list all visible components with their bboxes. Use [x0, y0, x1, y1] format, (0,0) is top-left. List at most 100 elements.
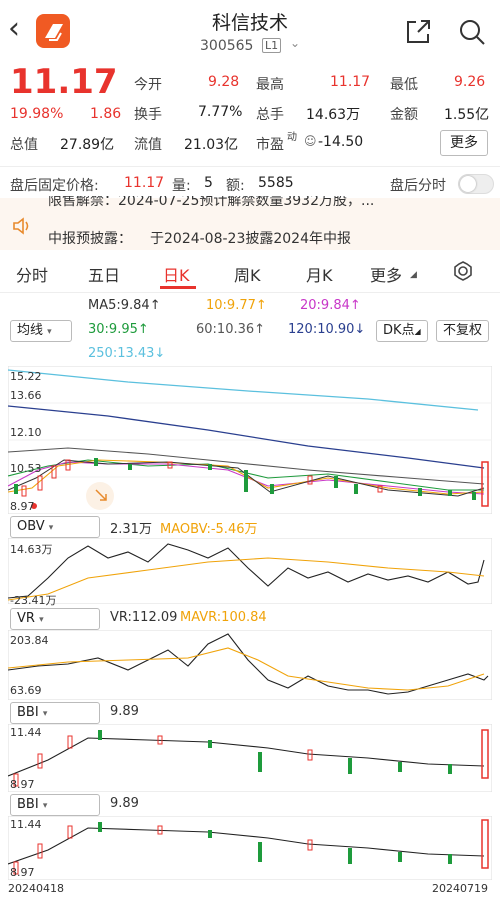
indicator-select[interactable]: 均线 ▾ [10, 320, 72, 342]
pe-label: 市盈 [256, 137, 284, 153]
obv-y-top: 14.63万 [10, 543, 53, 556]
notice-report-text[interactable]: 于2024-08-23披露2024年中报 [150, 228, 351, 248]
obv-y-bottom: -23.41万 [10, 594, 57, 607]
high-value: 11.17 [330, 74, 371, 90]
tab-more[interactable]: 更多 [370, 262, 402, 286]
vr-select[interactable]: VR ▾ [10, 608, 100, 630]
bbi-candles-2 [13, 819, 489, 875]
maobv-value: MAOBV:-5.46万 [160, 522, 258, 537]
ma10-value: 10:9.77 [206, 298, 256, 313]
volume-label: 总手 [256, 107, 284, 123]
gear-icon[interactable] [452, 260, 474, 282]
ma250-value: 250:13.43 [88, 346, 155, 361]
tab-five-day[interactable]: 五日 [88, 262, 120, 286]
ma30-legend: 30:9.95↑ [88, 322, 149, 337]
after-hours-price: 11.17 [124, 175, 165, 191]
turnover-value: 7.77% [198, 104, 243, 120]
amount-label: 金额 [390, 107, 418, 123]
bbi-select-1[interactable]: BBI ▾ [10, 702, 100, 724]
bbi2-y-bottom: 8.97 [10, 866, 35, 879]
maobv-line [8, 557, 485, 601]
no-adjust-button[interactable]: 不复权 [436, 320, 490, 342]
vr-select-label: VR [17, 611, 35, 626]
float-cap-value: 21.03亿 [184, 137, 239, 153]
ma5-arrow: ↑ [149, 298, 161, 313]
ma20-legend: 20:9.84↑ [300, 298, 361, 313]
indicator-select-label: 均线 [17, 323, 44, 338]
ma60-legend: 60:10.36↑ [196, 322, 265, 337]
kline-y-label-4: 10.53 [10, 462, 42, 475]
market-cap-label: 总值 [10, 137, 38, 153]
after-timeshare-label: 盘后分时 [390, 178, 446, 194]
caret-icon: ◢ [410, 270, 417, 280]
tab-daily-k[interactable]: 日K [163, 262, 190, 286]
volume-value: 14.63万 [306, 107, 361, 123]
ma10-arrow: ↑ [255, 298, 267, 313]
tab-timeshare[interactable]: 分时 [16, 262, 48, 286]
search-icon[interactable] [458, 18, 486, 46]
ma10-legend: 10:9.77↑ [206, 298, 267, 313]
bbi-select-2-label: BBI [17, 797, 39, 812]
obv-select-label: OBV [17, 519, 45, 534]
open-value: 9.28 [208, 74, 240, 90]
chevron-down-icon[interactable]: ⌄ [290, 36, 300, 50]
arrow-badge [86, 482, 114, 510]
ma250-line [8, 369, 479, 411]
ma60-arrow: ↑ [254, 322, 266, 337]
kline-y-label-3: 12.10 [10, 426, 42, 439]
after-amount-label: 额: [226, 178, 245, 194]
tab-monthly-k[interactable]: 月K [306, 262, 333, 286]
bbi-line-2 [8, 827, 485, 865]
change-percent: 19.98% [10, 106, 64, 122]
ma20-arrow: ↑ [349, 298, 361, 313]
tab-weekly-k[interactable]: 周K [234, 262, 261, 286]
after-amount-value: 5585 [258, 175, 294, 191]
bbi-value-1: 9.89 [110, 704, 139, 719]
turnover-label: 换手 [134, 107, 162, 123]
kline-y-label-2: 13.66 [10, 389, 42, 402]
header-bar: ‹ 科信技术 300565 L1 ⌄ [0, 0, 500, 62]
bbi-value-2: 9.89 [110, 796, 139, 811]
more-button[interactable]: 更多 [440, 130, 488, 156]
ma20-value: 20:9.84 [300, 298, 350, 313]
ma250-legend: 250:13.43↓ [88, 346, 165, 361]
open-label: 今开 [134, 77, 162, 93]
last-price: 11.17 [10, 62, 118, 102]
bbi-chart-2[interactable] [8, 816, 492, 880]
vr-y-top: 203.84 [10, 634, 49, 647]
speaker-icon [13, 217, 29, 235]
obv-select[interactable]: OBV ▾ [10, 516, 100, 538]
obv-chart[interactable] [8, 538, 492, 604]
pe-dynamic-sup: 动 [287, 132, 297, 143]
ma120-line [8, 405, 485, 469]
mavr-value: MAVR:100.84 [180, 610, 267, 625]
market-cap-value: 27.89亿 [60, 137, 115, 153]
ma120-legend: 120:10.90↓ [288, 322, 365, 337]
vr-line [8, 633, 489, 695]
dk-point-button[interactable]: DK点◢ [376, 320, 428, 342]
mavr-line [8, 647, 485, 691]
date-start: 20240418 [8, 882, 64, 895]
pe-value: -14.50 [318, 134, 364, 150]
divider [0, 292, 500, 293]
kline-chart[interactable] [8, 366, 492, 514]
bbi-select-1-label: BBI [17, 705, 39, 720]
notice-unlock[interactable]: 限售解禁：2024-07-25预计解禁数量3932万股，... [48, 196, 488, 210]
candles [14, 458, 476, 500]
vr-chart[interactable] [8, 630, 492, 700]
low-value: 9.26 [454, 74, 486, 90]
ma5-legend: MA5:9.84↑ [88, 298, 161, 313]
bbi-line-1 [8, 737, 485, 777]
bbi2-y-top: 11.44 [10, 818, 42, 831]
vr-value: VR:112.09 [110, 610, 178, 625]
after-timeshare-toggle[interactable] [458, 174, 494, 194]
dk-point-label: DK点 [383, 323, 415, 338]
high-label: 最高 [256, 77, 284, 93]
share-icon[interactable] [404, 18, 432, 46]
bbi-chart-1[interactable] [8, 724, 492, 792]
bbi-select-2[interactable]: BBI ▾ [10, 794, 100, 816]
stock-code: 300565 [200, 38, 254, 54]
amount-value: 1.55亿 [444, 107, 490, 123]
info-icon[interactable]: ☺ [304, 134, 317, 148]
obv-value: 2.31万 [110, 522, 152, 537]
